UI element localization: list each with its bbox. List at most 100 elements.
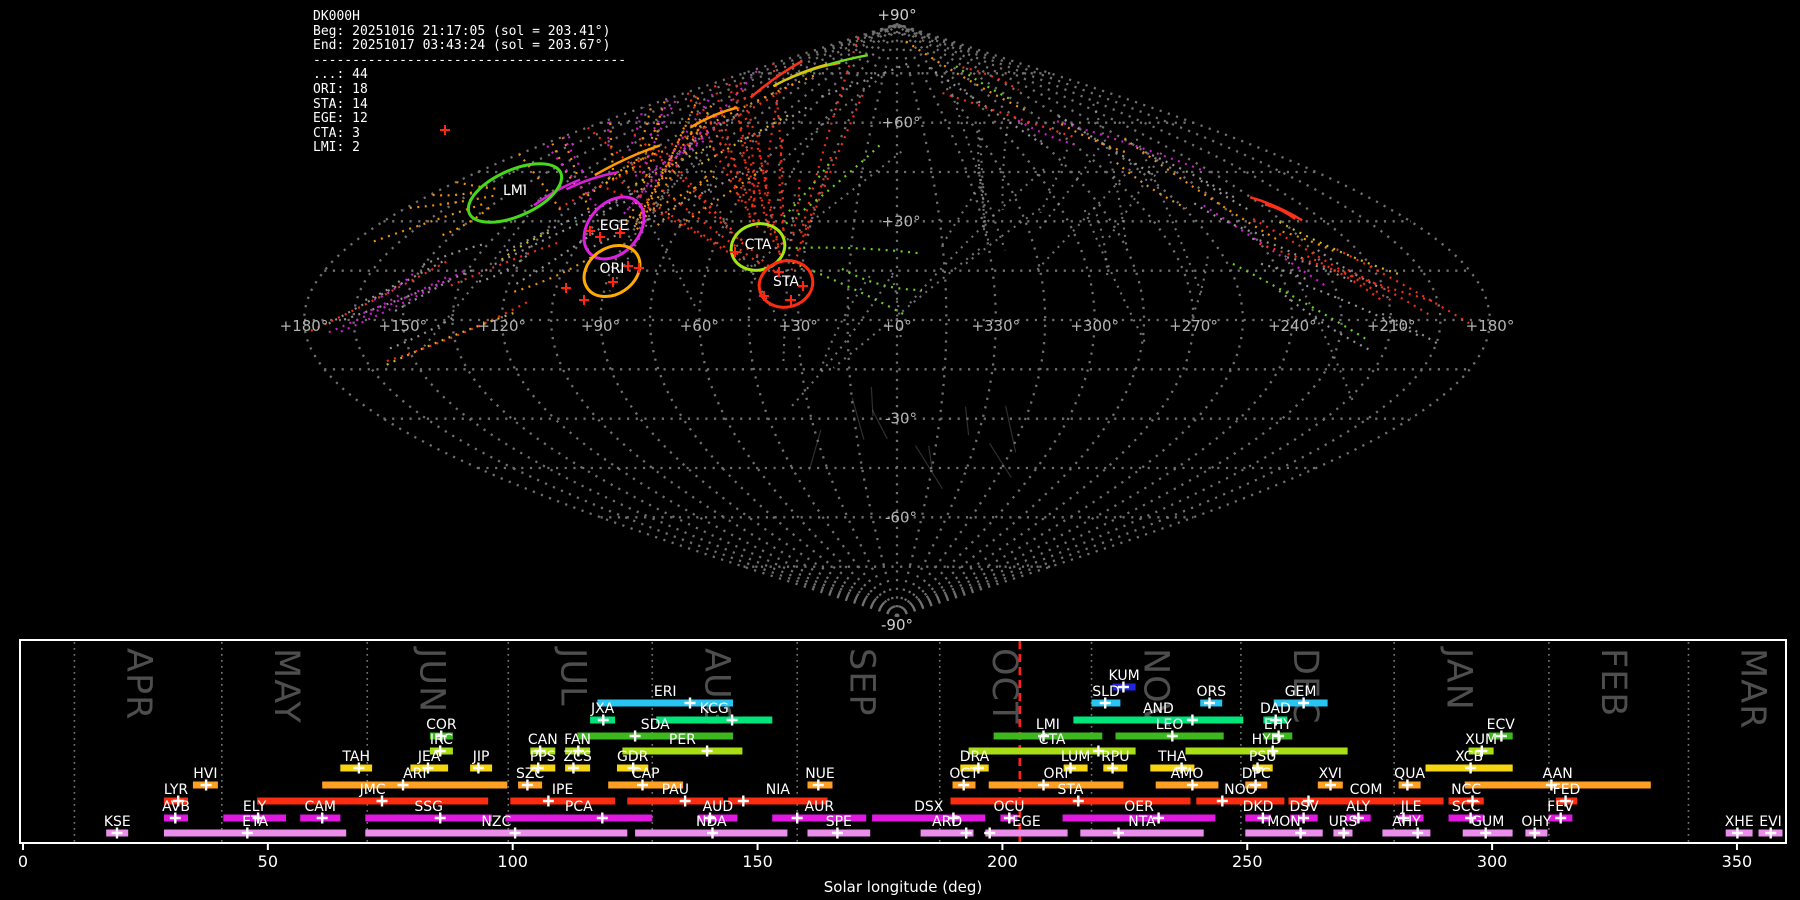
shower-label-PCA: PCA — [565, 799, 593, 815]
shower-label-EGE: EGE — [1012, 814, 1041, 830]
shower-label-NCC: NCC — [1451, 782, 1481, 798]
shower-label-SSG: SSG — [414, 799, 443, 815]
x-tick-label: 150 — [742, 852, 773, 871]
shower-bar-ARI — [322, 782, 507, 789]
shower-bar-ORI — [989, 782, 1124, 789]
shower-label-ARD: ARD — [932, 814, 962, 830]
shower-label-LYR: LYR — [164, 782, 188, 798]
shower-label-NTA: NTA — [1128, 814, 1156, 830]
x-axis-title: Solar longitude (deg) — [824, 878, 982, 896]
radiant-label-ORI: ORI — [600, 261, 625, 277]
month-label-OCT: OCT — [984, 648, 1024, 724]
shower-bar-AHY — [1382, 830, 1430, 837]
shower-bar-STA — [951, 798, 1191, 805]
shower-label-AND: AND — [1143, 701, 1174, 717]
peak-marker-PER — [702, 746, 713, 757]
peak-marker-SDA — [630, 731, 641, 742]
shower-row: KSEETANZCNDASPEARDEGENTAMONURSAHYGUMOHYX… — [104, 814, 1783, 839]
shower-bar-ETA — [164, 830, 346, 837]
lon-label: +210° — [1367, 317, 1416, 335]
shower-bar-NTA — [1080, 830, 1203, 837]
x-tick-label: 50 — [258, 852, 278, 871]
radiant-label-CTA: CTA — [745, 237, 772, 253]
shower-label-TAH: TAH — [341, 749, 370, 765]
lon-label: +0° — [882, 317, 912, 335]
activity-timeline: APRMAYJUNJULAUGSEPOCTNOVDECJANFEBMARKUME… — [18, 640, 1786, 896]
radiant-label-STA: STA — [773, 274, 799, 290]
shower-label-AAN: AAN — [1543, 766, 1573, 782]
shower-bar-NZC — [365, 830, 627, 837]
shower-label-PPS: PPS — [530, 749, 556, 765]
peak-marker-NTA — [1113, 828, 1124, 839]
pole-label-south: -90° — [881, 616, 913, 634]
radiant-label-LMI: LMI — [503, 183, 527, 199]
shower-label-SCC: SCC — [1452, 799, 1481, 815]
shower-label-AMO: AMO — [1171, 766, 1204, 782]
shower-label-IPE: IPE — [552, 782, 573, 798]
shower-label-STA: STA — [1058, 782, 1084, 798]
pole-label-north: +90° — [877, 6, 916, 24]
shower-label-COM: COM — [1350, 782, 1383, 798]
shower-label-LMI: LMI — [1036, 717, 1060, 733]
shower-label-LUM: LUM — [1061, 749, 1090, 765]
shower-label-JIP: JIP — [472, 749, 490, 765]
lat-label: +30° — [881, 212, 920, 230]
peak-marker-NIA — [738, 796, 749, 807]
shower-label-QUA: QUA — [1394, 766, 1425, 782]
shower-label-NOO: NOO — [1224, 782, 1257, 798]
shower-label-XCB: XCB — [1455, 749, 1483, 765]
shower-bar-AUR — [772, 815, 866, 822]
shower-label-ARI: ARI — [403, 766, 426, 782]
shower-label-KCG: KCG — [700, 701, 729, 717]
month-label-SEP: SEP — [841, 648, 881, 716]
peak-marker-AUR — [792, 813, 803, 824]
shower-label-DSX: DSX — [914, 799, 944, 815]
lon-label: +330° — [971, 317, 1020, 335]
shower-label-DRA: DRA — [960, 749, 990, 765]
shower-label-CAP: CAP — [632, 766, 660, 782]
shower-label-CAN: CAN — [528, 732, 558, 748]
shower-label-ELY: ELY — [243, 799, 267, 815]
shower-label-PSU: PSU — [1249, 749, 1277, 765]
shower-bar-PCA — [505, 815, 652, 822]
lon-label: +30° — [779, 317, 818, 335]
lon-label: +180° — [1466, 317, 1515, 335]
shower-label-MON: MON — [1267, 814, 1301, 830]
radiant-map-and-activity-plot: LMIEGEORICTASTA+180°+150°+120°+90°+60°+3… — [0, 0, 1800, 900]
shower-label-NIA: NIA — [766, 782, 791, 798]
x-tick-label: 350 — [1722, 852, 1753, 871]
peak-marker-NZC — [510, 828, 521, 839]
shower-bar-SDA — [577, 733, 733, 740]
lon-label: +270° — [1169, 317, 1218, 335]
month-label-JUL: JUL — [552, 646, 592, 706]
x-tick-label: 200 — [987, 852, 1018, 871]
shower-bar-IPE — [510, 798, 615, 805]
x-tick-label: 250 — [1232, 852, 1263, 871]
shower-label-DKD: DKD — [1243, 799, 1274, 815]
shower-label-IRC: IRC — [430, 732, 453, 748]
month-label-MAY: MAY — [266, 648, 306, 724]
shower-label-NZC: NZC — [481, 814, 511, 830]
shower-label-OHY: OHY — [1521, 814, 1552, 830]
x-tick-label: 100 — [497, 852, 528, 871]
shower-bar-SSG — [365, 815, 492, 822]
shower-label-SDA: SDA — [641, 717, 670, 733]
shower-label-LEO: LEO — [1156, 717, 1184, 733]
shower-label-OER: OER — [1124, 799, 1154, 815]
shower-label-RPU: RPU — [1101, 749, 1129, 765]
peak-marker-EGE — [984, 828, 995, 839]
shower-bar-KCG — [656, 717, 772, 724]
month-label-FEB: FEB — [1593, 648, 1633, 717]
shower-label-GEM: GEM — [1285, 684, 1317, 700]
shower-label-XHE: XHE — [1725, 814, 1754, 830]
x-tick-label: 0 — [18, 852, 28, 871]
peak-marker-AND — [1187, 715, 1198, 726]
month-label-JUN: JUN — [411, 646, 451, 713]
month-label-MAR: MAR — [1733, 648, 1773, 729]
lon-label: +60° — [680, 317, 719, 335]
shower-label-ORS: ORS — [1196, 684, 1226, 700]
observation-stats: DK000H Beg: 20251016 21:17:05 (sol = 203… — [313, 10, 626, 156]
lon-label: +90° — [581, 317, 620, 335]
shower-label-CTA: CTA — [1039, 732, 1066, 748]
peak-marker-ERI — [685, 698, 696, 709]
